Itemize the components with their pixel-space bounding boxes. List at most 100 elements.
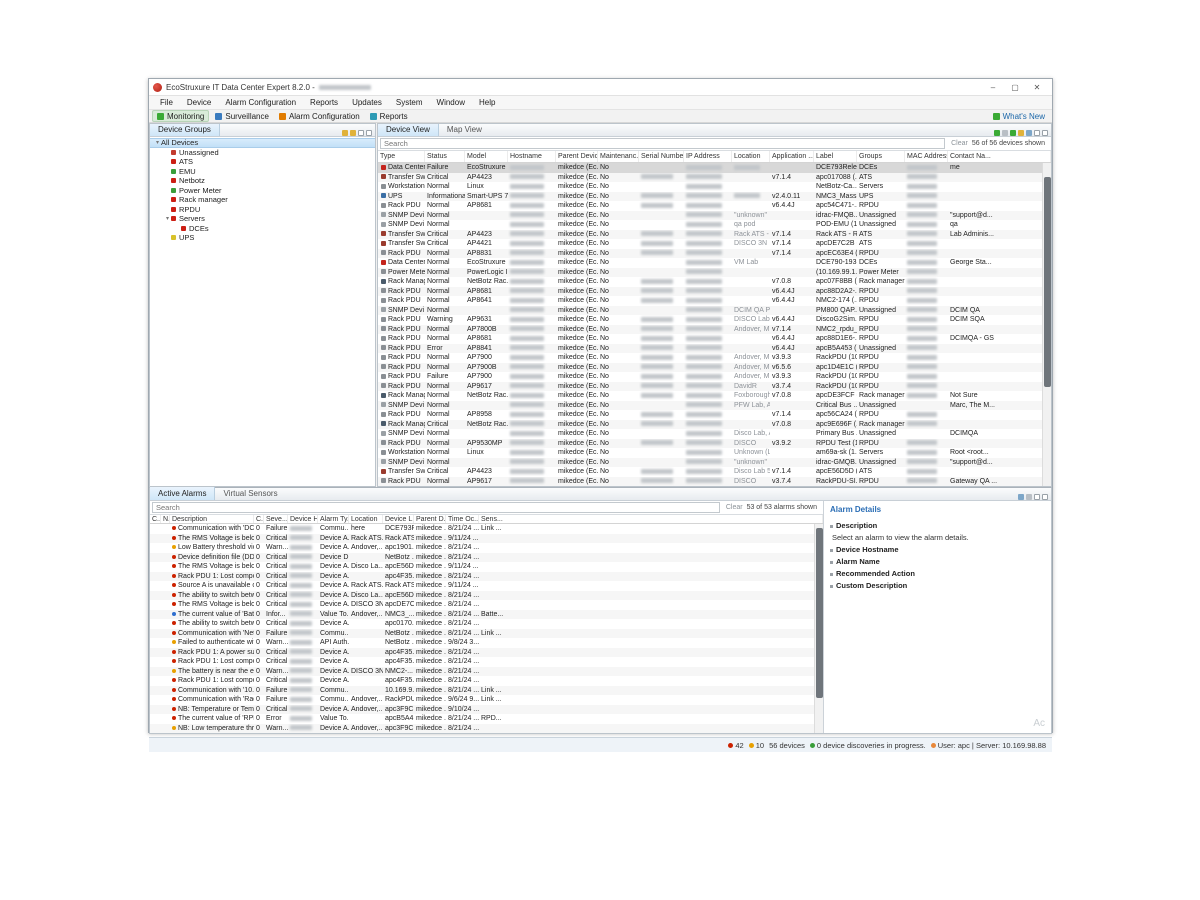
table-row[interactable]: Rack PDUFailureAP7900mikedce (Ec...NoAnd… bbox=[378, 372, 1051, 382]
sort-icon[interactable] bbox=[1018, 130, 1024, 136]
critical-alarm-count[interactable]: 42 bbox=[728, 741, 743, 750]
column-header-parent-device[interactable]: Parent Device bbox=[556, 151, 598, 162]
chevron-down-icon[interactable] bbox=[1002, 130, 1008, 136]
table-row[interactable]: Transfer SwiCriticalAP4423mikedce (Ec...… bbox=[378, 230, 1051, 240]
alarm-row[interactable]: NB: Temperature or Tempe...0CriticalDevi… bbox=[150, 705, 823, 715]
tab-active-alarms[interactable]: Active Alarms bbox=[150, 487, 215, 500]
table-row[interactable]: Transfer SwiCriticalAP4421mikedce (Ec...… bbox=[378, 239, 1051, 249]
column-header-description[interactable]: Description bbox=[170, 515, 254, 523]
table-row[interactable]: Rack ManagNormalNetBotz Rac...mikedce (E… bbox=[378, 277, 1051, 287]
tab-virtual-sensors[interactable]: Virtual Sensors bbox=[215, 487, 285, 500]
alarm-search-input[interactable] bbox=[152, 502, 720, 513]
export-icon[interactable] bbox=[1018, 494, 1024, 500]
table-row[interactable]: Rack ManagCriticalNetBotz Rac...mikedce … bbox=[378, 420, 1051, 430]
tree-item-netbotz[interactable]: Netbotz bbox=[150, 176, 375, 186]
table-row[interactable]: Rack PDUNormalAP9617mikedce (Ec...NoDISC… bbox=[378, 477, 1051, 487]
column-header-c[interactable]: C... bbox=[150, 515, 161, 523]
column-header-contact-na[interactable]: Contact Na... bbox=[948, 151, 1051, 162]
tree-item-all-devices[interactable]: ▾All Devices bbox=[150, 138, 375, 148]
table-row[interactable]: Rack PDUNormalAP8958mikedce (Ec...Nov7.1… bbox=[378, 410, 1051, 420]
perspective-tab-alarm-configuration[interactable]: Alarm Configuration bbox=[275, 110, 364, 122]
menu-item-reports[interactable]: Reports bbox=[303, 96, 345, 109]
table-row[interactable]: Rack ManagNormalNetBotz Rac...mikedce (E… bbox=[378, 391, 1051, 401]
column-header-type[interactable]: Type bbox=[378, 151, 425, 162]
menu-item-alarm-configuration[interactable]: Alarm Configuration bbox=[218, 96, 303, 109]
alarm-row[interactable]: Rack PDU 1: Lost compon...0CriticalDevic… bbox=[150, 676, 823, 686]
tree-item-servers[interactable]: ▾Servers bbox=[150, 214, 375, 224]
table-row[interactable]: Rack PDUNormalAP8831mikedce (Ec...Nov7.1… bbox=[378, 249, 1051, 259]
alarm-row[interactable]: Low Battery threshold viol...0Warn...Dev… bbox=[150, 543, 823, 553]
menu-item-device[interactable]: Device bbox=[180, 96, 218, 109]
column-header-serial-number[interactable]: Serial Number bbox=[639, 151, 684, 162]
table-row[interactable]: Rack PDUNormalAP7900Bmikedce (Ec...NoAnd… bbox=[378, 363, 1051, 373]
alarm-row[interactable]: The ability to switch betwe...0CriticalD… bbox=[150, 619, 823, 629]
table-row[interactable]: Transfer SwiCriticalAP4423mikedce (Ec...… bbox=[378, 467, 1051, 477]
alarm-row[interactable]: Rack PDU 1: Lost compon...0CriticalDevic… bbox=[150, 657, 823, 667]
minimize-panel-icon[interactable] bbox=[1034, 130, 1040, 136]
table-row[interactable]: SNMP DeviNormalmikedce (Ec...NoPFW Lab, … bbox=[378, 401, 1051, 411]
tree-item-emu[interactable]: EMU bbox=[150, 167, 375, 177]
tree-item-unassigned[interactable]: Unassigned bbox=[150, 148, 375, 158]
column-header-model[interactable]: Model bbox=[465, 151, 508, 162]
column-header-n[interactable]: N... bbox=[161, 515, 170, 523]
table-row[interactable]: Rack PDUNormalAP7900mikedce (Ec...NoAndo… bbox=[378, 353, 1051, 363]
table-row[interactable]: Rack PDUNormalAP9530MPmikedce (Ec...NoDI… bbox=[378, 439, 1051, 449]
table-row[interactable]: WorkstationNormalLinuxmikedce (Ec...NoUn… bbox=[378, 448, 1051, 458]
table-row[interactable]: Transfer SwiCriticalAP4423mikedce (Ec...… bbox=[378, 173, 1051, 183]
device-clear-link[interactable]: Clear bbox=[951, 140, 968, 147]
column-header-alarm-ty[interactable]: Alarm Ty... bbox=[318, 515, 349, 523]
table-row[interactable]: SNMP DeviNormalmikedce (Ec...Noqa podPOD… bbox=[378, 220, 1051, 230]
alarm-row[interactable]: The ability to switch betwe...0CriticalD… bbox=[150, 591, 823, 601]
maximize-panel-icon[interactable] bbox=[366, 130, 372, 136]
menu-item-file[interactable]: File bbox=[153, 96, 180, 109]
column-header-parent-d[interactable]: Parent D... bbox=[414, 515, 446, 523]
minimize-icon[interactable]: – bbox=[982, 80, 1004, 95]
tab-device-groups[interactable]: Device Groups bbox=[150, 123, 220, 136]
column-header-location[interactable]: Location bbox=[349, 515, 383, 523]
menu-item-window[interactable]: Window bbox=[430, 96, 472, 109]
table-row[interactable]: Data CenterNormalEcoStruxure ...mikedce … bbox=[378, 258, 1051, 268]
column-header-c[interactable]: C... bbox=[254, 515, 264, 523]
alarm-clear-link[interactable]: Clear bbox=[726, 504, 743, 511]
menu-item-system[interactable]: System bbox=[389, 96, 430, 109]
alarm-row[interactable]: Device definition file (DDF)...0Critical… bbox=[150, 553, 823, 563]
column-header-groups[interactable]: Groups bbox=[857, 151, 905, 162]
alarm-row[interactable]: The RMS Voltage is below ...0CriticalDev… bbox=[150, 600, 823, 610]
tab-map-view[interactable]: Map View bbox=[439, 123, 490, 136]
table-row[interactable]: Data CenterFailureEcoStruxure ...mikedce… bbox=[378, 163, 1051, 173]
columns-icon[interactable] bbox=[1026, 130, 1032, 136]
close-icon[interactable]: ✕ bbox=[1026, 80, 1048, 95]
alarm-row[interactable]: Rack PDU 1: A power supp...0CriticalDevi… bbox=[150, 648, 823, 658]
tree-item-power-meter[interactable]: Power Meter bbox=[150, 186, 375, 196]
column-header-maintenanc[interactable]: Maintenanc... bbox=[598, 151, 639, 162]
table-row[interactable]: Power MeteNormalPowerLogic I...mikedce (… bbox=[378, 268, 1051, 278]
table-row[interactable]: Rack PDUWarningAP9631mikedce (Ec...NoDIS… bbox=[378, 315, 1051, 325]
alarm-row[interactable]: Source A is unavailable or ...0CriticalD… bbox=[150, 581, 823, 591]
table-row[interactable]: Rack PDUNormalAP8681mikedce (Ec...Nov6.4… bbox=[378, 334, 1051, 344]
perspective-tab-surveillance[interactable]: Surveillance bbox=[211, 110, 273, 122]
alarm-row[interactable]: Rack PDU 1: Lost compon...0CriticalDevic… bbox=[150, 572, 823, 582]
alarm-row[interactable]: Communication with 'DCE...0FailureCommu.… bbox=[150, 524, 823, 534]
column-header-seve[interactable]: Seve... bbox=[264, 515, 288, 523]
perspective-tab-reports[interactable]: Reports bbox=[366, 110, 412, 122]
table-row[interactable]: SNMP DeviNormalmikedce (Ec...NoDCIM QA P… bbox=[378, 306, 1051, 316]
alarm-row[interactable]: Failed to authenticate with...0Warn...AP… bbox=[150, 638, 823, 648]
column-header-location[interactable]: Location bbox=[732, 151, 770, 162]
group-view-icon[interactable] bbox=[994, 130, 1000, 136]
column-header-hostname[interactable]: Hostname bbox=[508, 151, 556, 162]
settings-icon[interactable] bbox=[1026, 494, 1032, 500]
menu-item-help[interactable]: Help bbox=[472, 96, 502, 109]
maximize-icon[interactable]: ▢ bbox=[1004, 80, 1026, 95]
table-row[interactable]: Rack PDUNormalAP9617mikedce (Ec...NoDavi… bbox=[378, 382, 1051, 392]
filter-icon[interactable] bbox=[350, 130, 356, 136]
alarm-row[interactable]: The battery is near the end...0Warn...De… bbox=[150, 667, 823, 677]
alarm-row[interactable]: NB: Low temperature thres...0Warn...Devi… bbox=[150, 724, 823, 734]
column-header-label[interactable]: Label bbox=[814, 151, 857, 162]
whats-new-link[interactable]: What's New bbox=[993, 112, 1049, 121]
alarm-row[interactable]: Communication with 'Rack...0FailureCommu… bbox=[150, 695, 823, 705]
alarm-row[interactable]: Communication with '10.1...0FailureCommu… bbox=[150, 686, 823, 696]
column-header-device-l[interactable]: Device L... bbox=[383, 515, 414, 523]
minimize-panel-icon[interactable] bbox=[358, 130, 364, 136]
scrollbar-thumb[interactable] bbox=[816, 528, 823, 698]
tab-device-view[interactable]: Device View bbox=[378, 123, 439, 136]
